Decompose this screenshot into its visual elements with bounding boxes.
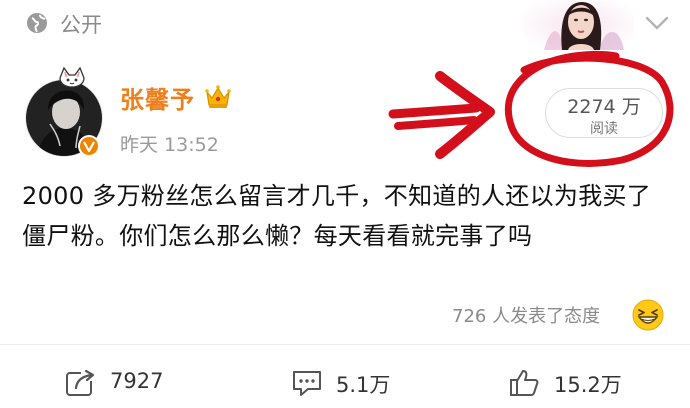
like-button[interactable]: 15.2万 xyxy=(508,368,658,398)
avatar[interactable] xyxy=(20,66,110,162)
portrait-thumbnail xyxy=(524,0,634,50)
repost-button[interactable]: 7927 xyxy=(64,368,204,398)
red-arrow xyxy=(388,71,495,159)
author-name[interactable]: 张馨予 xyxy=(120,80,195,115)
verified-v-icon xyxy=(78,135,100,157)
post-time: 昨天 13:52 xyxy=(120,134,219,156)
views-label: 阅读 xyxy=(590,121,618,137)
like-count: 15.2万 xyxy=(554,373,622,397)
chevron-down-icon[interactable] xyxy=(644,14,670,32)
reactions-summary[interactable]: 726 人发表了态度 xyxy=(452,302,600,328)
repost-count: 7927 xyxy=(110,369,164,393)
globe-icon xyxy=(27,13,47,33)
thumbs-up-icon xyxy=(510,370,539,396)
comment-button[interactable]: 5.1万 xyxy=(290,368,430,398)
cat-sticker xyxy=(59,66,85,88)
comment-count: 5.1万 xyxy=(336,373,391,397)
views-count: 2274 万 xyxy=(567,96,641,118)
comment-icon xyxy=(293,371,321,396)
views-pill[interactable]: 2274 万 阅读 xyxy=(545,88,663,138)
divider xyxy=(0,344,690,345)
repost-icon xyxy=(66,369,97,396)
visibility-label[interactable]: 公开 xyxy=(60,9,102,39)
post-text: 2000 多万粉丝怎么留言才几千，不知道的人还以为我买了僵尸粉。你们怎么那么懒？… xyxy=(22,182,652,250)
laughing-emoji-icon xyxy=(632,299,664,331)
crown-icon xyxy=(205,85,231,108)
post-topbar: 公开 xyxy=(0,0,690,50)
